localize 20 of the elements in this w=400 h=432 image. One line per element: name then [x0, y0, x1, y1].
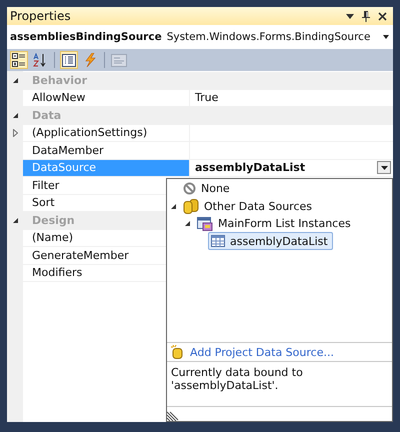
- property-value: assemblyDataList: [195, 161, 306, 174]
- tree-item[interactable]: assemblyDataList: [208, 232, 333, 250]
- property-name[interactable]: DataMember: [23, 142, 189, 158]
- object-type: System.Windows.Forms.BindingSource: [166, 31, 370, 43]
- property-name[interactable]: GenerateMember: [23, 247, 189, 264]
- property-name[interactable]: Modifiers: [23, 264, 189, 281]
- category-label: Design: [31, 213, 75, 230]
- property-name[interactable]: (Name): [23, 230, 189, 246]
- property-name[interactable]: AllowNew: [23, 90, 189, 106]
- property-name[interactable]: Filter: [23, 177, 189, 194]
- category-label: Behavior: [31, 73, 88, 90]
- property-name[interactable]: Sort: [23, 194, 189, 211]
- tree-item[interactable]: MainForm List Instances: [194, 214, 356, 233]
- category-label: Data: [31, 108, 62, 124]
- object-name: assembliesBindingSource: [10, 31, 162, 43]
- window-title: Properties: [10, 9, 71, 23]
- description-text: Currently data bound to 'assemblyDataList'.: [170, 365, 304, 394]
- add-data-source-link[interactable]: Add Project Data Source...: [190, 346, 334, 358]
- property-value: True: [195, 91, 218, 104]
- property-name[interactable]: (ApplicationSettings): [23, 124, 189, 141]
